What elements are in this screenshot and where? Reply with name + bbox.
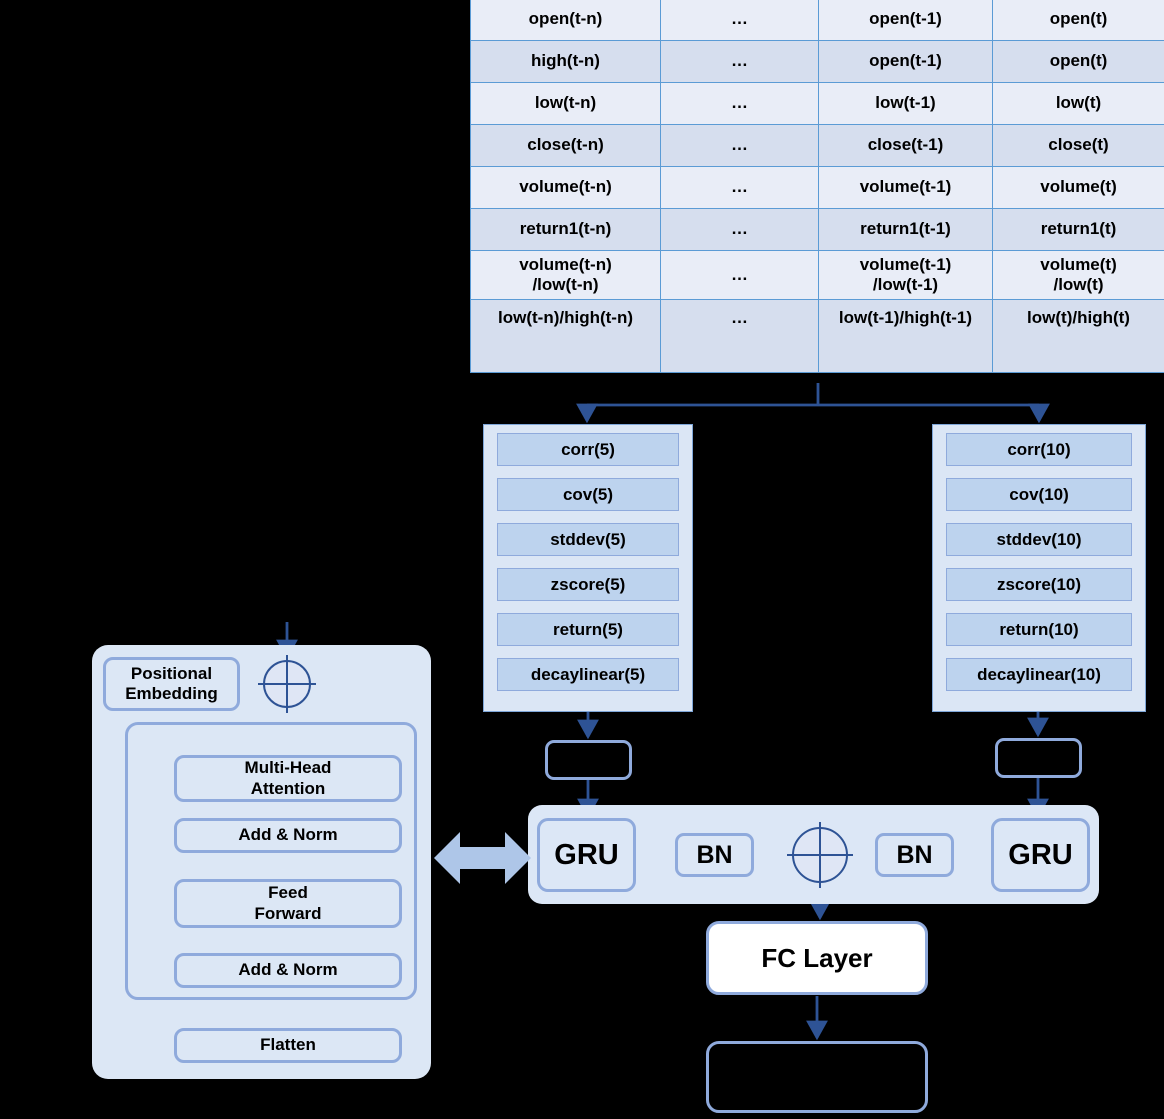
table-cell-ellipsis: … — [660, 82, 819, 125]
positional-embedding-block[interactable]: Positional Embedding — [103, 657, 240, 711]
table-cell-ellipsis: … — [660, 40, 819, 83]
operator-return-5[interactable]: return(5) — [497, 613, 679, 646]
bn-left-block[interactable]: BN — [675, 833, 754, 877]
table-cell: open(t) — [992, 0, 1164, 41]
operator-zscore-5[interactable]: zscore(5) — [497, 568, 679, 601]
flatten-block[interactable]: Flatten — [174, 1028, 402, 1063]
table-cell: volume(t-1)/low(t-1) — [818, 249, 993, 301]
table-cell: return1(t-1) — [818, 208, 993, 251]
table-cell: low(t) — [992, 82, 1164, 125]
table-row: high(t-n) … open(t-1) open(t) — [470, 40, 1164, 83]
mha-line2: Attention — [250, 778, 326, 798]
fc-layer-block[interactable]: FC Layer — [706, 921, 928, 995]
table-row: open(t-n) … open(t-1) open(t) — [470, 0, 1164, 41]
final-output-block[interactable] — [706, 1041, 928, 1113]
gru-left-block[interactable]: GRU — [537, 818, 636, 892]
operator-stddev-10[interactable]: stddev(10) — [946, 523, 1132, 556]
table-row: low(t-n) … low(t-1) low(t) — [470, 82, 1164, 125]
table-cell-ellipsis: … — [660, 166, 819, 209]
table-row: volume(t-n)/low(t-n) … volume(t-1)/low(t… — [470, 249, 1164, 301]
bn-right-block[interactable]: BN — [875, 833, 954, 877]
table-cell: close(t-n) — [470, 124, 661, 167]
operator-group-window-10: corr(10) cov(10) stddev(10) zscore(10) r… — [932, 424, 1146, 712]
table-cell: return1(t) — [992, 208, 1164, 251]
table-cell: high(t-n) — [470, 40, 661, 83]
table-cell: volume(t-n) — [470, 166, 661, 209]
bidirectional-link-icon — [434, 832, 531, 884]
operator-corr-5[interactable]: corr(5) — [497, 433, 679, 466]
positional-embedding-line2: Embedding — [125, 684, 218, 703]
table-cell: low(t)/high(t) — [992, 299, 1164, 374]
table-cell-ellipsis: … — [660, 208, 819, 251]
operator-corr-10[interactable]: corr(10) — [946, 433, 1132, 466]
diagram-canvas: open(t-n) … open(t-1) open(t) high(t-n) … — [0, 0, 1164, 1119]
table-cell: volume(t) — [992, 166, 1164, 209]
table-row: close(t-n) … close(t-1) close(t) — [470, 124, 1164, 167]
table-cell: open(t-1) — [818, 40, 993, 83]
intermediate-box-right[interactable] — [995, 738, 1082, 778]
operator-decaylinear-10[interactable]: decaylinear(10) — [946, 658, 1132, 691]
table-row: volume(t-n) … volume(t-1) volume(t) — [470, 166, 1164, 209]
operator-zscore-10[interactable]: zscore(10) — [946, 568, 1132, 601]
table-cell: low(t-1)/high(t-1) — [818, 299, 993, 374]
gru-right-block[interactable]: GRU — [991, 818, 1090, 892]
add-operator-icon — [787, 822, 853, 888]
operator-return-10[interactable]: return(10) — [946, 613, 1132, 646]
table-cell: volume(t)/low(t) — [992, 249, 1164, 301]
positional-embedding-line1: Positional — [130, 663, 213, 683]
intermediate-box-left[interactable] — [545, 740, 632, 780]
operator-cov-5[interactable]: cov(5) — [497, 478, 679, 511]
table-cell-ellipsis: … — [660, 249, 819, 301]
feed-forward-block[interactable]: Feed Forward — [174, 879, 402, 928]
table-cell: close(t) — [992, 124, 1164, 167]
table-cell-ellipsis: … — [660, 0, 819, 41]
add-and-norm-block-1[interactable]: Add & Norm — [174, 818, 402, 853]
operator-stddev-5[interactable]: stddev(5) — [497, 523, 679, 556]
add-and-norm-block-2[interactable]: Add & Norm — [174, 953, 402, 988]
multi-head-attention-block[interactable]: Multi-Head Attention — [174, 755, 402, 802]
table-cell: open(t-n) — [470, 0, 661, 41]
table-cell: open(t-1) — [818, 0, 993, 41]
table-cell: low(t-n)/high(t-n) — [470, 299, 661, 374]
feed-forward-line1: Feed — [268, 883, 308, 903]
table-cell: low(t-1) — [818, 82, 993, 125]
operator-cov-10[interactable]: cov(10) — [946, 478, 1132, 511]
mha-line1: Multi-Head — [244, 758, 332, 778]
table-cell: return1(t-n) — [470, 208, 661, 251]
feed-forward-line2: Forward — [254, 903, 322, 923]
table-cell: volume(t-n)/low(t-n) — [470, 249, 661, 301]
table-cell-ellipsis: … — [660, 124, 819, 167]
table-cell-ellipsis: … — [660, 299, 819, 374]
feature-table: open(t-n) … open(t-1) open(t) high(t-n) … — [470, 0, 1164, 374]
table-row: return1(t-n) … return1(t-1) return1(t) — [470, 208, 1164, 251]
table-cell: close(t-1) — [818, 124, 993, 167]
table-cell: open(t) — [992, 40, 1164, 83]
operator-group-window-5: corr(5) cov(5) stddev(5) zscore(5) retur… — [483, 424, 693, 712]
add-operator-icon-transformer — [258, 655, 316, 713]
table-cell: volume(t-1) — [818, 166, 993, 209]
table-cell: low(t-n) — [470, 82, 661, 125]
operator-decaylinear-5[interactable]: decaylinear(5) — [497, 658, 679, 691]
table-row: low(t-n)/high(t-n) … low(t-1)/high(t-1) … — [470, 299, 1164, 374]
